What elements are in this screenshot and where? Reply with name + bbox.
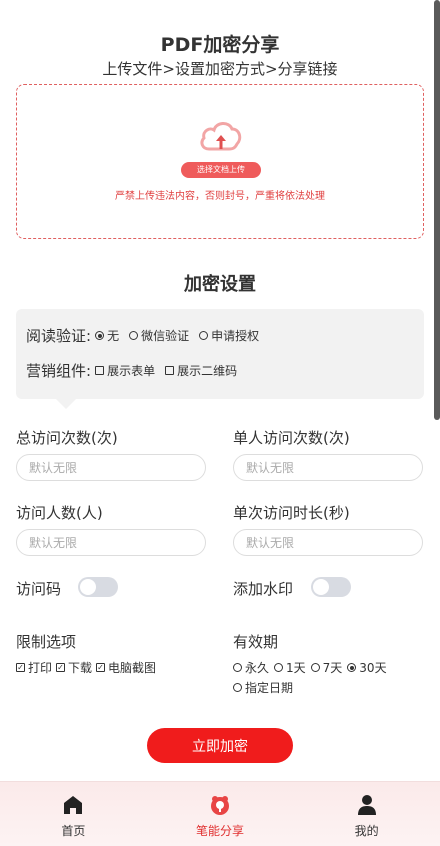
marketing-option-form[interactable]: 展示表单 <box>95 362 155 379</box>
tab-label-share: 笔能分享 <box>196 824 245 838</box>
upload-button[interactable]: 选择文档上传 <box>181 162 261 178</box>
validity-option-1day[interactable]: 1天 <box>274 659 306 676</box>
page-subtitle: 上传文件>设置加密方式>分享链接 <box>102 60 338 78</box>
tab-mine[interactable]: 我的 <box>293 782 440 846</box>
checkbox-icon[interactable] <box>165 366 175 375</box>
home-icon <box>64 796 83 814</box>
radio-icon[interactable] <box>310 663 320 672</box>
access-code-toggle[interactable] <box>78 577 118 597</box>
share-icon <box>211 796 229 815</box>
watermark-label: 添加水印 <box>233 580 294 598</box>
validity-option-forever[interactable]: 永久 <box>233 659 269 676</box>
read-verify-option-apply[interactable]: 申请授权 <box>199 327 259 344</box>
access-code-label: 访问码 <box>16 580 62 598</box>
restrictions-row: ✓ 打印 ✓ 下载 ✓ 电脑截图 <box>16 659 160 676</box>
restriction-screenshot[interactable]: ✓ 电脑截图 <box>96 659 156 676</box>
radio-selected-icon[interactable] <box>347 663 357 672</box>
validity-label: 有效期 <box>233 633 279 651</box>
user-icon <box>357 795 376 815</box>
visitors-input[interactable] <box>16 529 206 556</box>
read-verify-option-none[interactable]: 无 <box>95 327 119 344</box>
total-visits-label: 总访问次数(次) <box>16 429 118 447</box>
visitors-label: 访问人数(人) <box>16 504 103 522</box>
duration-input[interactable] <box>233 529 423 556</box>
restriction-print[interactable]: ✓ 打印 <box>16 659 52 676</box>
tab-home[interactable]: 首页 <box>0 782 147 846</box>
radio-icon[interactable] <box>129 331 139 340</box>
radio-icon[interactable] <box>233 663 242 672</box>
read-verify-row: 阅读验证: 无 微信验证 申请授权 <box>26 325 269 346</box>
radio-icon[interactable] <box>233 683 242 692</box>
validity-option-custom-date[interactable]: 指定日期 <box>233 679 293 696</box>
tab-label-mine: 我的 <box>354 824 379 838</box>
validity-option-7day[interactable]: 7天 <box>310 659 342 676</box>
encryption-settings-panel: 阅读验证: 无 微信验证 申请授权 营销组件: 展示表单 展示二维码 <box>16 309 424 409</box>
checkbox-checked-icon[interactable]: ✓ <box>96 663 106 672</box>
marketing-label: 营销组件: <box>26 362 92 380</box>
radio-selected-icon[interactable] <box>95 331 105 340</box>
validity-row: 永久 1天 7天 30天 <box>233 659 387 676</box>
bottom-tab-bar: 首页 笔能分享 我的 <box>0 781 440 846</box>
radio-icon[interactable] <box>274 663 284 672</box>
duration-label: 单次访问时长(秒) <box>233 504 350 522</box>
cloud-upload-icon <box>200 122 242 151</box>
upload-warning: 严禁上传违法内容，否则封号，严重将依法处理 <box>115 191 325 202</box>
restriction-download[interactable]: ✓ 下载 <box>56 659 92 676</box>
tab-label-home: 首页 <box>61 824 86 838</box>
checkbox-icon[interactable] <box>95 366 105 375</box>
marketing-option-qrcode[interactable]: 展示二维码 <box>165 362 237 379</box>
page: PDF加密分享 上传文件>设置加密方式>分享链接 选择文档上传 严禁上传违法内容… <box>0 0 440 846</box>
total-visits-input[interactable] <box>16 454 206 481</box>
page-title: PDF加密分享 <box>160 34 280 56</box>
tab-share[interactable]: 笔能分享 <box>147 782 294 846</box>
encrypt-button[interactable]: 立即加密 <box>147 728 293 763</box>
upload-area[interactable]: 选择文档上传 严禁上传违法内容，否则封号，严重将依法处理 <box>16 84 424 239</box>
radio-icon[interactable] <box>199 331 209 340</box>
checkbox-checked-icon[interactable]: ✓ <box>16 663 25 672</box>
validity-option-30day[interactable]: 30天 <box>347 659 387 676</box>
read-verify-option-wechat[interactable]: 微信验证 <box>129 327 189 344</box>
single-visits-input[interactable] <box>233 454 423 481</box>
read-verify-label: 阅读验证: <box>26 327 92 345</box>
single-visits-label: 单人访问次数(次) <box>233 429 350 447</box>
restrictions-label: 限制选项 <box>16 633 77 651</box>
validity-row-2: 指定日期 <box>233 679 303 696</box>
section-title: 加密设置 <box>184 274 256 295</box>
checkbox-checked-icon[interactable]: ✓ <box>56 663 66 672</box>
watermark-toggle[interactable] <box>311 577 351 597</box>
marketing-row: 营销组件: 展示表单 展示二维码 <box>26 360 247 381</box>
